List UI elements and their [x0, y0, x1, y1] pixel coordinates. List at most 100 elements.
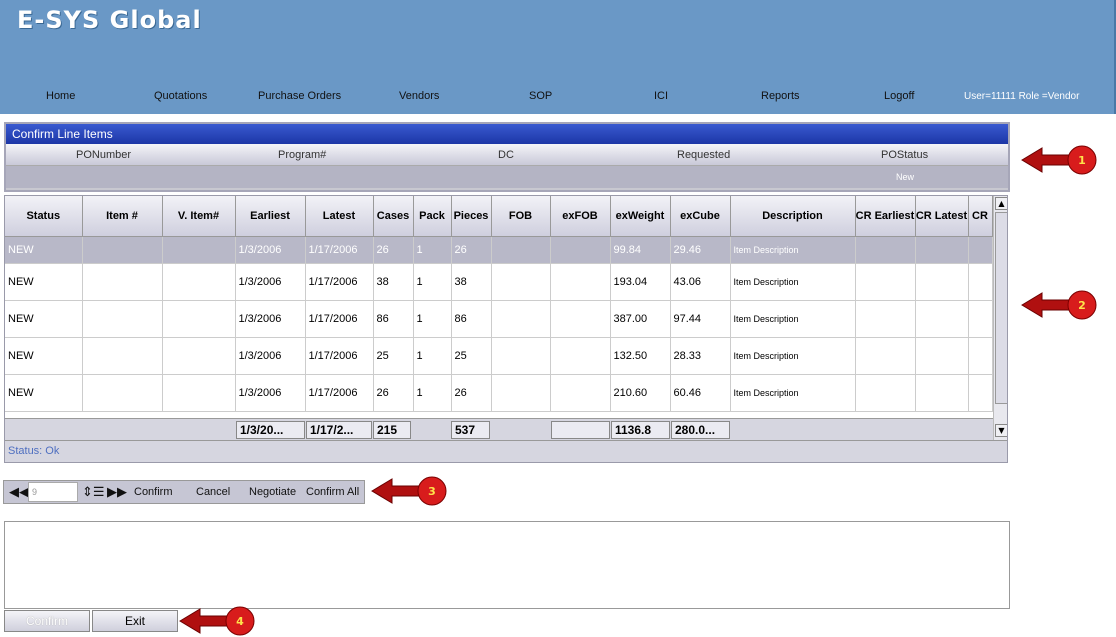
line-items-grid: Status Item # V. Item# Earliest Latest C…: [4, 195, 1008, 463]
col-cr[interactable]: CR: [968, 196, 993, 237]
cell-pieces: 86: [451, 300, 492, 338]
main-nav: Home Quotations Purchase Orders Vendors …: [0, 90, 1116, 106]
nav-quotations[interactable]: Quotations: [154, 90, 207, 102]
grid-scrollbar[interactable]: ▲ ▼: [993, 196, 1007, 440]
cell-cr-latest: [915, 374, 969, 412]
col-fob[interactable]: FOB: [491, 196, 551, 237]
cell-status: NEW: [5, 374, 83, 412]
first-page-icon[interactable]: ◀◀: [9, 484, 29, 500]
page-list-icon[interactable]: ⇕☰: [82, 484, 105, 500]
confirm-all-button[interactable]: Confirm All: [306, 486, 359, 498]
cell-exfob: [550, 374, 611, 412]
cell-fob: [491, 337, 551, 375]
col-ponumber[interactable]: PONumber: [76, 149, 131, 161]
col-pack[interactable]: Pack: [413, 196, 452, 237]
page-input[interactable]: [28, 482, 78, 502]
last-page-icon[interactable]: ▶▶: [107, 484, 127, 500]
col-postatus[interactable]: POStatus: [881, 149, 928, 161]
cell-description: Item Description: [730, 337, 856, 375]
cancel-button[interactable]: Cancel: [196, 486, 230, 498]
cell-pieces: 26: [451, 236, 492, 264]
cell-latest: 1/17/2006: [305, 300, 374, 338]
cell-exweight: 193.04: [610, 263, 671, 301]
total-excube: 280.0...: [671, 421, 730, 439]
exit-button[interactable]: Exit: [92, 610, 178, 632]
cell-status: NEW: [5, 300, 83, 338]
col-program[interactable]: Program#: [278, 149, 326, 161]
cell-fob: [491, 300, 551, 338]
nav-vendors[interactable]: Vendors: [399, 90, 439, 102]
cell-latest: 1/17/2006: [305, 374, 374, 412]
po-header-row: PONumber Program# DC Requested POStatus: [6, 144, 1008, 166]
table-row[interactable]: NEW 1/3/2006 1/17/2006 38 1 38 193.04 43…: [5, 263, 993, 301]
cell-cr-latest: [915, 263, 969, 301]
scroll-down-icon[interactable]: ▼: [995, 424, 1007, 437]
nav-sop[interactable]: SOP: [529, 90, 552, 102]
cell-status: NEW: [5, 236, 83, 264]
cell-cases: 38: [373, 263, 414, 301]
cell-exfob: [550, 300, 611, 338]
col-excube[interactable]: exCube: [670, 196, 731, 237]
nav-reports[interactable]: Reports: [761, 90, 800, 102]
cell-vitem: [162, 236, 236, 264]
col-cr-earliest[interactable]: CR Earliest: [855, 196, 916, 237]
po-row[interactable]: New: [6, 166, 1008, 188]
col-earliest[interactable]: Earliest: [235, 196, 306, 237]
cell-status: NEW: [5, 337, 83, 375]
col-latest[interactable]: Latest: [305, 196, 374, 237]
scroll-up-icon[interactable]: ▲: [995, 197, 1007, 210]
callout-2: 2: [1020, 289, 1100, 321]
total-latest: 1/17/2...: [306, 421, 372, 439]
notes-area[interactable]: [4, 521, 1010, 609]
total-cases: 215: [373, 421, 411, 439]
cell-fob: [491, 263, 551, 301]
col-requested[interactable]: Requested: [677, 149, 730, 161]
cell-description: Item Description: [730, 236, 856, 264]
nav-logoff[interactable]: Logoff: [884, 90, 914, 102]
cell-fob: [491, 236, 551, 264]
table-row[interactable]: NEW 1/3/2006 1/17/2006 26 1 26 99.84 29.…: [5, 236, 993, 264]
cell-exfob: [550, 263, 611, 301]
cell-pieces: 25: [451, 337, 492, 375]
nav-purchase-orders[interactable]: Purchase Orders: [258, 90, 341, 102]
cell-latest: 1/17/2006: [305, 337, 374, 375]
cell-cr-latest: [915, 300, 969, 338]
user-info: User=11111 Role =Vendor: [964, 91, 1080, 102]
cell-item: [82, 374, 163, 412]
col-exweight[interactable]: exWeight: [610, 196, 671, 237]
table-row[interactable]: NEW 1/3/2006 1/17/2006 86 1 86 387.00 97…: [5, 300, 993, 338]
col-exfob[interactable]: exFOB: [550, 196, 611, 237]
cell-vitem: [162, 374, 236, 412]
col-dc[interactable]: DC: [498, 149, 514, 161]
col-item[interactable]: Item #: [82, 196, 163, 237]
callout-2-label: 2: [1078, 299, 1086, 312]
col-pieces[interactable]: Pieces: [451, 196, 492, 237]
nav-ici[interactable]: ICI: [654, 90, 668, 102]
footer-confirm-button[interactable]: Confirm: [4, 610, 90, 632]
cell-description: Item Description: [730, 263, 856, 301]
cell-pieces: 38: [451, 263, 492, 301]
total-pieces: 537: [451, 421, 490, 439]
confirm-button[interactable]: Confirm: [134, 486, 173, 498]
table-row[interactable]: NEW 1/3/2006 1/17/2006 25 1 25 132.50 28…: [5, 337, 993, 375]
col-status[interactable]: Status: [5, 196, 83, 237]
cell-pack: 1: [413, 337, 452, 375]
nav-home[interactable]: Home: [46, 90, 75, 102]
status-text: Status: Ok: [5, 440, 1007, 462]
cell-item: [82, 236, 163, 264]
cell-description: Item Description: [730, 300, 856, 338]
col-vitem[interactable]: V. Item#: [162, 196, 236, 237]
col-cr-latest[interactable]: CR Latest: [915, 196, 969, 237]
cell-exweight: 132.50: [610, 337, 671, 375]
cell-cases: 25: [373, 337, 414, 375]
col-cases[interactable]: Cases: [373, 196, 414, 237]
cell-earliest: 1/3/2006: [235, 337, 306, 375]
negotiate-button[interactable]: Negotiate: [249, 486, 296, 498]
cell-latest: 1/17/2006: [305, 263, 374, 301]
col-description[interactable]: Description: [730, 196, 856, 237]
cell-excube: 28.33: [670, 337, 731, 375]
scroll-thumb[interactable]: [995, 212, 1007, 404]
table-row[interactable]: NEW 1/3/2006 1/17/2006 26 1 26 210.60 60…: [5, 374, 993, 412]
cell-exweight: 210.60: [610, 374, 671, 412]
cell-latest: 1/17/2006: [305, 236, 374, 264]
